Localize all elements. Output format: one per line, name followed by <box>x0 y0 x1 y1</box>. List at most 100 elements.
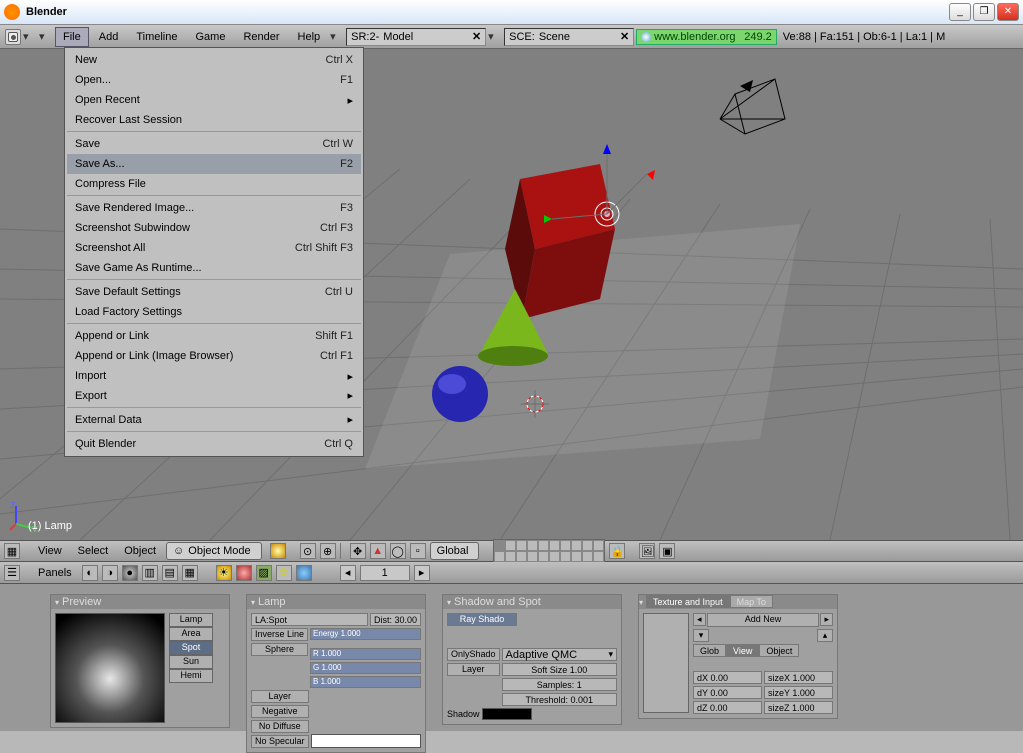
frame-prev-icon[interactable]: ◂ <box>340 565 356 581</box>
layer-buttons[interactable] <box>493 539 605 563</box>
lamp-type-lamp[interactable]: Lamp <box>169 613 213 627</box>
render-anim-icon[interactable]: ▣ <box>659 543 675 559</box>
menu-select[interactable]: Select <box>72 545 115 557</box>
manipulator-toggle-icon[interactable]: ✥ <box>350 543 366 559</box>
sphere-button[interactable]: Sphere <box>251 643 308 656</box>
samples-field[interactable]: Samples: 1 <box>502 678 617 691</box>
file-menu-item[interactable]: Screenshot SubwindowCtrl F3 <box>67 218 361 238</box>
file-menu-item[interactable]: Save Default SettingsCtrl U <box>67 282 361 302</box>
orientation-selector[interactable]: Global <box>430 542 480 560</box>
menu-file[interactable]: File <box>55 27 89 47</box>
tab-mapto[interactable]: Map To <box>730 595 773 608</box>
menu-help[interactable]: Help <box>290 27 329 47</box>
pivot-indiv-icon[interactable]: ⊕ <box>320 543 336 559</box>
file-menu-item[interactable]: Save Rendered Image...F3 <box>67 198 361 218</box>
onlyshadow-button[interactable]: OnlyShado <box>447 648 500 661</box>
frame-next-icon[interactable]: ▸ <box>414 565 430 581</box>
scene-browse-icon[interactable] <box>488 30 502 44</box>
file-menu-item[interactable]: Append or Link (Image Browser)Ctrl F1 <box>67 346 361 366</box>
ctx-object-icon[interactable]: ▥ <box>142 565 158 581</box>
ctx-logic-icon[interactable]: ◐ <box>82 565 98 581</box>
sub-radiosity-icon[interactable]: ☢ <box>276 565 292 581</box>
file-menu-item[interactable]: Append or LinkShift F1 <box>67 326 361 346</box>
menu-object[interactable]: Object <box>118 545 162 557</box>
file-menu-item[interactable]: Open Recent <box>67 90 361 110</box>
lamp-type-spot[interactable]: Spot <box>169 641 213 655</box>
threshold-field[interactable]: Threshold: 0.001 <box>502 693 617 706</box>
file-menu-item[interactable]: Screenshot AllCtrl Shift F3 <box>67 238 361 258</box>
tex-next-icon[interactable]: ▸ <box>820 613 833 626</box>
g-slider[interactable]: G 1.000 <box>310 662 421 674</box>
menus-collapse-icon[interactable] <box>39 30 53 44</box>
lamp-dist-field[interactable]: Dist: 30.00 <box>370 613 421 626</box>
screen-delete-icon[interactable]: ✕ <box>472 30 481 43</box>
texture-slots[interactable] <box>643 613 689 713</box>
pivot-icon[interactable]: ⊙ <box>300 543 316 559</box>
mode-selector[interactable]: ☺Object Mode <box>166 542 262 560</box>
menu-add[interactable]: Add <box>91 27 127 47</box>
file-menu-item[interactable]: External Data <box>67 410 361 432</box>
sizey-field[interactable]: sizeY 1.000 <box>764 686 833 699</box>
sizex-field[interactable]: sizeX 1.000 <box>764 671 833 684</box>
close-button[interactable]: ✕ <box>997 3 1019 21</box>
file-menu-item[interactable]: Quit BlenderCtrl Q <box>67 434 361 454</box>
screen-name-field[interactable]: SR:2-Model ✕ <box>346 28 486 46</box>
sub-texture-icon[interactable]: ▨ <box>256 565 272 581</box>
lamp-name-field[interactable]: LA:Spot <box>251 613 368 626</box>
file-menu-item[interactable]: Save Game As Runtime... <box>67 258 361 280</box>
lamp-color-swatch[interactable] <box>311 734 421 748</box>
qmc-field[interactable]: Adaptive QMC▾ <box>502 648 617 661</box>
shading-icon[interactable] <box>270 543 286 559</box>
lamp-type-sun[interactable]: Sun <box>169 655 213 669</box>
ctx-script-icon[interactable]: ◑ <box>102 565 118 581</box>
screen-browse-icon[interactable] <box>330 30 344 44</box>
file-menu-item[interactable]: Save As...F2 <box>67 154 361 174</box>
maximize-button[interactable]: ❐ <box>973 3 995 21</box>
shadow-color-swatch[interactable] <box>482 708 532 720</box>
panel-preview-header[interactable]: Preview <box>51 595 229 609</box>
menu-timeline[interactable]: Timeline <box>128 27 185 47</box>
3dview-type-icon[interactable]: ▦ <box>4 543 20 559</box>
layer-button[interactable]: Layer <box>251 690 309 703</box>
ray-shadow-button[interactable]: Ray Shado <box>447 613 517 626</box>
tex-prev-icon[interactable]: ◂ <box>693 613 706 626</box>
dz-field[interactable]: dZ 0.00 <box>693 701 762 714</box>
info-url[interactable]: www.blender.org 249.2 <box>636 29 777 45</box>
lamp-type-area[interactable]: Area <box>169 627 213 641</box>
ctx-shading-icon[interactable]: ● <box>122 565 138 581</box>
scene-layers-lock-icon[interactable]: 🔒 <box>609 543 625 559</box>
r-slider[interactable]: R 1.000 <box>310 648 421 660</box>
layer-shadow-button[interactable]: Layer <box>447 663 500 676</box>
nodiffuse-button[interactable]: No Diffuse <box>251 720 309 733</box>
nospecular-button[interactable]: No Specular <box>251 735 309 748</box>
file-menu-item[interactable]: Import <box>67 366 361 386</box>
panel-shadow-header[interactable]: Shadow and Spot <box>443 595 621 609</box>
inverse-line-button[interactable]: Inverse Line <box>251 628 308 641</box>
ctx-editing-icon[interactable]: ▤ <box>162 565 178 581</box>
tex-auto-icon[interactable]: ▴ <box>817 629 833 642</box>
buttons-type-icon[interactable]: ☰ <box>4 565 20 581</box>
file-menu-item[interactable]: Open...F1 <box>67 70 361 90</box>
coord-glob[interactable]: Glob <box>693 644 726 657</box>
add-new-button[interactable]: Add New <box>707 613 820 627</box>
dy-field[interactable]: dY 0.00 <box>693 686 762 699</box>
translate-icon[interactable]: ▲ <box>370 543 386 559</box>
sizez-field[interactable]: sizeZ 1.000 <box>764 701 833 714</box>
lamp-type-hemi[interactable]: Hemi <box>169 669 213 683</box>
scene-name-field[interactable]: SCE:Scene ✕ <box>504 28 634 46</box>
rotate-icon[interactable]: ◯ <box>390 543 406 559</box>
scale-icon[interactable]: ▫ <box>410 543 426 559</box>
menu-game[interactable]: Game <box>187 27 233 47</box>
sub-lamp-icon[interactable]: ☀ <box>216 565 232 581</box>
sub-world-icon[interactable] <box>296 565 312 581</box>
negative-button[interactable]: Negative <box>251 705 309 718</box>
file-menu-item[interactable]: Recover Last Session <box>67 110 361 132</box>
sub-material-icon[interactable] <box>236 565 252 581</box>
dx-field[interactable]: dX 0.00 <box>693 671 762 684</box>
menu-view[interactable]: View <box>32 545 68 557</box>
ctx-scene-icon[interactable]: ▦ <box>182 565 198 581</box>
panel-lamp-header[interactable]: Lamp <box>247 595 425 609</box>
coord-view[interactable]: View <box>726 644 759 657</box>
menu-render[interactable]: Render <box>235 27 287 47</box>
b-slider[interactable]: B 1.000 <box>310 676 421 688</box>
